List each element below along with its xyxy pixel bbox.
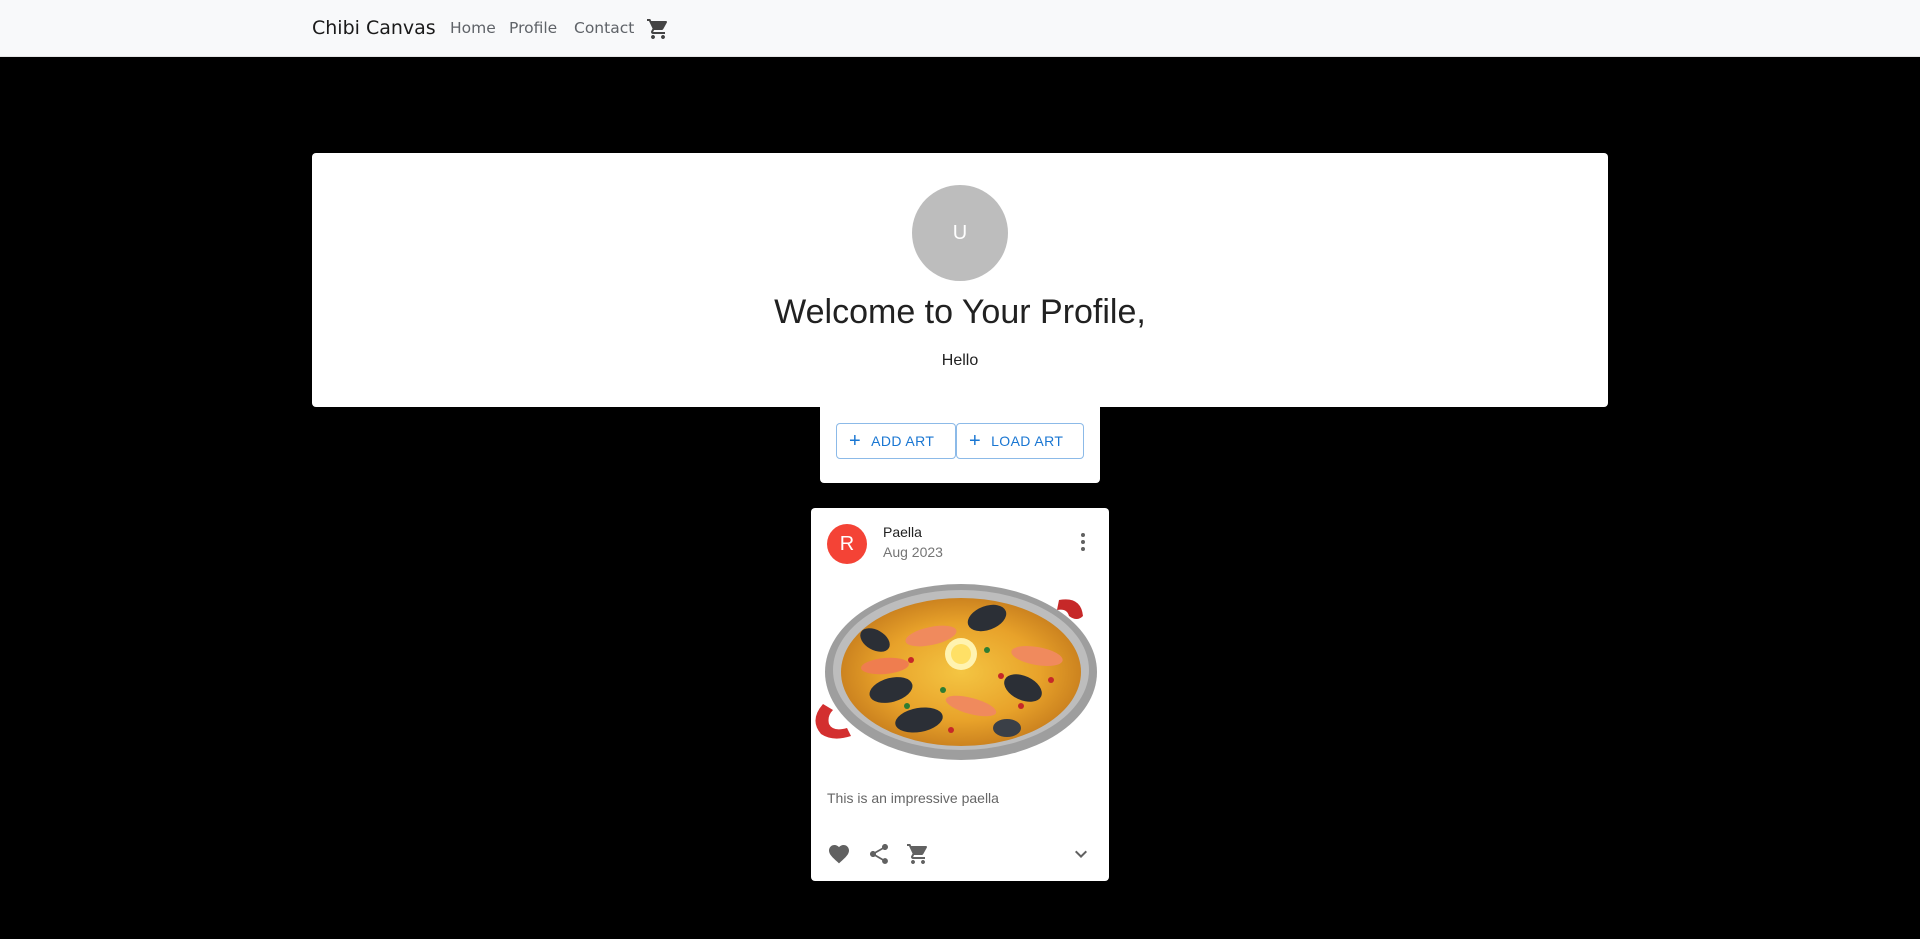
profile-avatar: U: [912, 185, 1008, 281]
nav-link-home[interactable]: Home: [450, 19, 496, 37]
add-art-button[interactable]: + ADD ART: [836, 423, 956, 459]
greeting-text: Hello: [941, 352, 979, 369]
nav-link-profile[interactable]: Profile: [509, 19, 557, 37]
load-art-button[interactable]: + LOAD ART: [956, 423, 1084, 459]
art-actions-bar: + ADD ART + LOAD ART: [820, 407, 1100, 483]
card-date: Aug 2023: [883, 544, 943, 560]
top-navbar: Chibi Canvas Home Profile Contact: [0, 0, 1920, 57]
cart-icon[interactable]: [904, 840, 932, 868]
art-card: R Paella Aug 2023 This is an impressive …: [811, 508, 1109, 881]
plus-icon: +: [849, 430, 862, 452]
brand-logo[interactable]: Chibi Canvas: [312, 17, 436, 39]
profile-header-card: U Welcome to Your Profile, Hello: [312, 153, 1608, 407]
card-avatar: R: [827, 524, 867, 564]
expand-more-icon[interactable]: [1067, 840, 1095, 868]
more-vert-icon[interactable]: [1067, 526, 1099, 558]
load-art-label: LOAD ART: [991, 433, 1064, 449]
add-art-label: ADD ART: [871, 433, 935, 449]
shopping-cart-icon[interactable]: [646, 17, 670, 41]
nav-link-contact[interactable]: Contact: [574, 19, 634, 37]
welcome-heading: Welcome to Your Profile,: [774, 293, 1146, 331]
heart-icon[interactable]: [825, 840, 853, 868]
share-icon[interactable]: [865, 840, 893, 868]
card-title: Paella: [883, 524, 922, 540]
plus-icon: +: [969, 430, 982, 452]
paella-image: [811, 580, 1109, 774]
card-description: This is an impressive paella: [827, 790, 999, 806]
